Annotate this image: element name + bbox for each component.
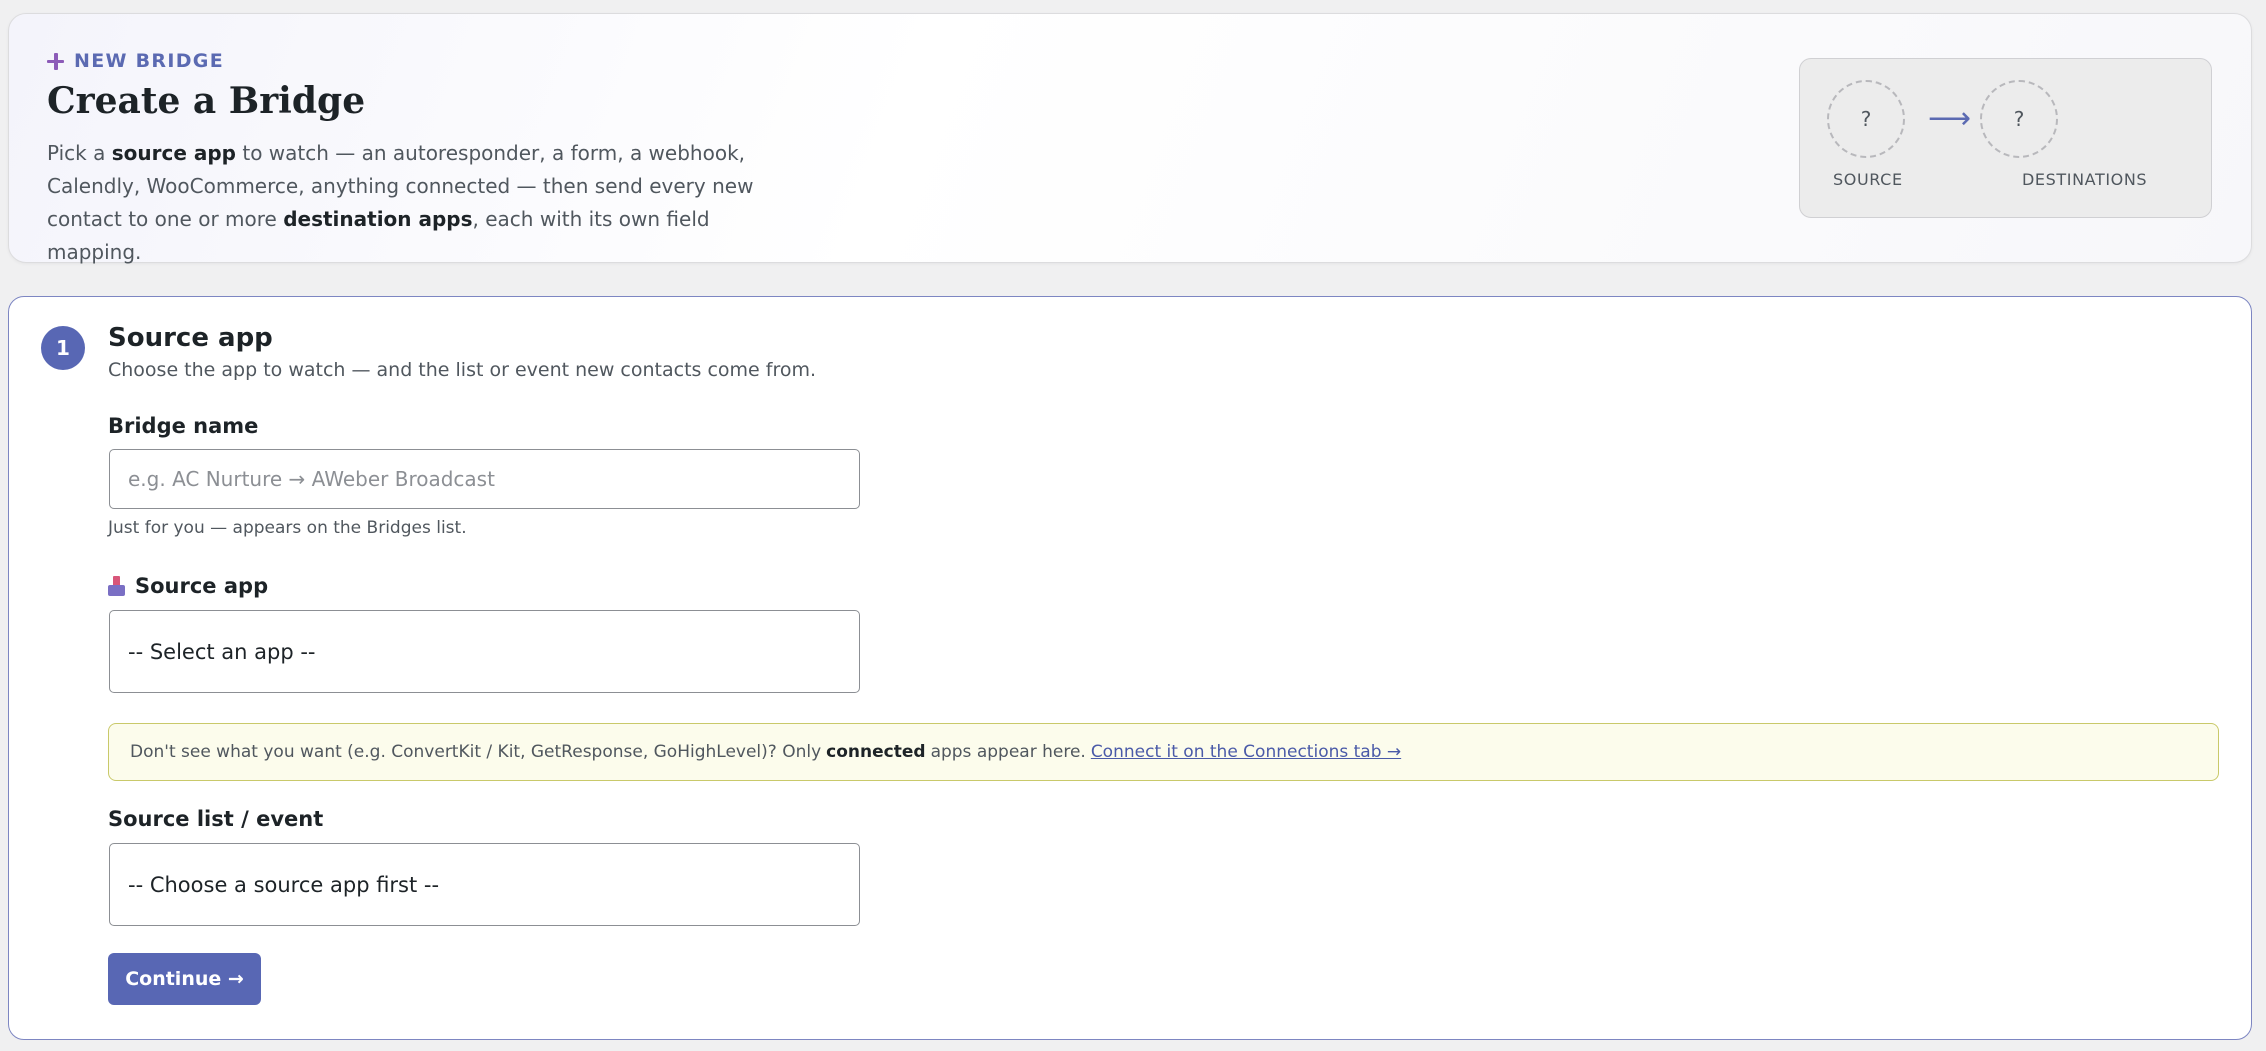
destination-placeholder-circle: ? bbox=[1980, 80, 2058, 158]
plus-icon bbox=[47, 52, 64, 70]
description-text-1: Pick a bbox=[47, 141, 112, 165]
source-label: SOURCE bbox=[1833, 170, 1903, 189]
notice-text-2: apps appear here. bbox=[930, 742, 1086, 762]
step-title: Source app bbox=[108, 323, 273, 353]
inbox-tray-icon bbox=[108, 576, 125, 596]
source-app-label: Source app bbox=[108, 574, 268, 598]
eyebrow-label: NEW BRIDGE bbox=[74, 50, 224, 72]
step-source-app-card: 1 Source app Choose the app to watch — a… bbox=[8, 296, 2252, 1040]
notice-bold: connected bbox=[826, 742, 926, 762]
connections-notice: Don't see what you want (e.g. ConvertKit… bbox=[108, 723, 2219, 781]
source-app-select[interactable]: -- Select an app -- bbox=[109, 610, 860, 693]
bridge-name-input[interactable] bbox=[109, 449, 860, 509]
bridge-name-label: Bridge name bbox=[108, 414, 258, 438]
source-list-label-text: Source list / event bbox=[108, 807, 324, 831]
header-card: NEW BRIDGE Create a Bridge Pick a source… bbox=[8, 13, 2252, 264]
source-list-select[interactable]: -- Choose a source app first -- bbox=[109, 843, 860, 926]
source-app-select-value: -- Select an app -- bbox=[128, 639, 316, 664]
connections-tab-link[interactable]: Connect it on the Connections tab → bbox=[1091, 742, 1401, 762]
step-number-badge: 1 bbox=[41, 326, 85, 370]
source-app-label-text: Source app bbox=[135, 574, 269, 598]
step-subtitle: Choose the app to watch — and the list o… bbox=[108, 359, 817, 381]
description-source-app: source app bbox=[111, 141, 236, 165]
source-list-select-value: -- Choose a source app first -- bbox=[128, 872, 440, 897]
flow-preview: ? ⟶ ? SOURCE DESTINATIONS bbox=[1799, 58, 2212, 218]
destinations-label: DESTINATIONS bbox=[2022, 170, 2148, 189]
source-list-label: Source list / event bbox=[108, 807, 323, 831]
bridge-name-help: Just for you — appears on the Bridges li… bbox=[108, 518, 467, 538]
continue-button[interactable]: Continue → bbox=[108, 953, 261, 1005]
notice-text-1: Don't see what you want (e.g. ConvertKit… bbox=[130, 742, 822, 762]
page-title: Create a Bridge bbox=[47, 80, 366, 122]
page-description: Pick a source app to watch — an autoresp… bbox=[47, 137, 777, 269]
arrow-right-icon: ⟶ bbox=[1928, 101, 1972, 136]
description-destination-apps: destination apps bbox=[283, 207, 473, 231]
source-placeholder-circle: ? bbox=[1827, 80, 1905, 158]
bridge-name-label-text: Bridge name bbox=[108, 414, 259, 438]
eyebrow: NEW BRIDGE bbox=[47, 50, 224, 72]
